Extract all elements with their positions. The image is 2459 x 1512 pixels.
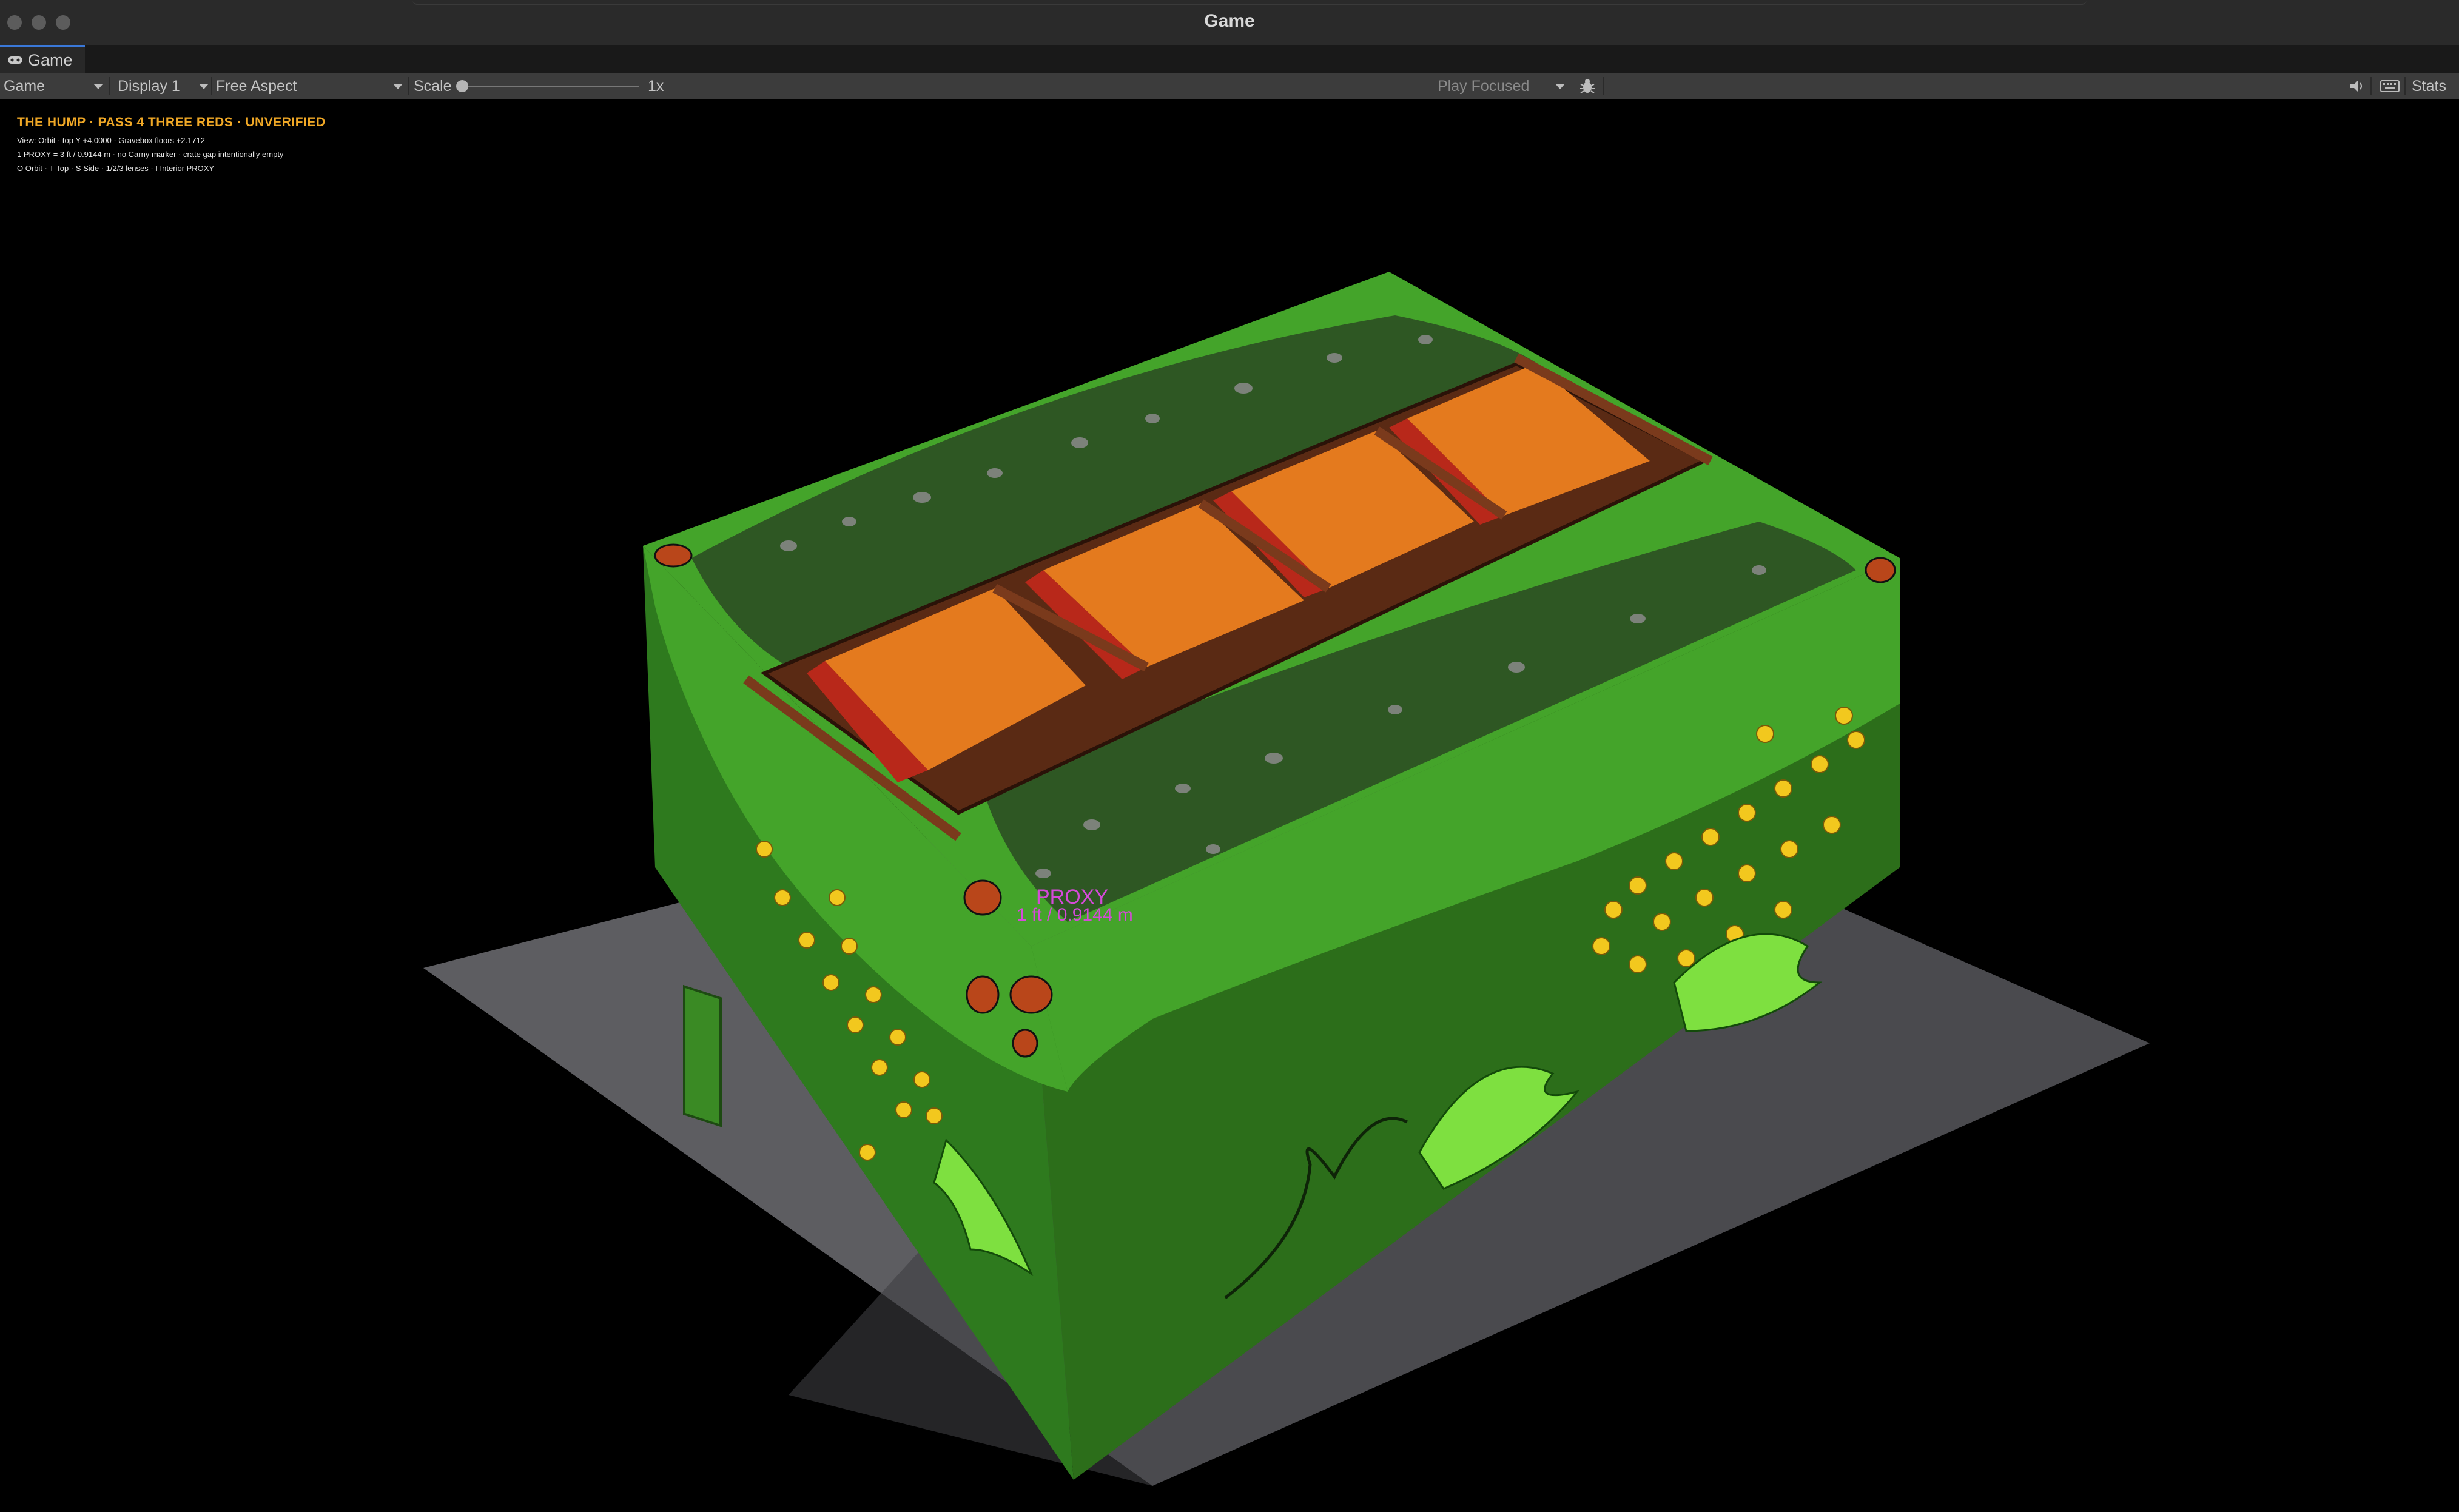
keyboard-icon[interactable] [2380, 73, 2400, 99]
hud-view-line: View: Orbit · top Y +4.0000 · Gravebox f… [17, 136, 206, 145]
toolbar-separator [2370, 77, 2372, 95]
scene-render [423, 272, 2150, 1486]
audio-mute-icon[interactable] [2349, 73, 2366, 99]
scale-value: 1x [648, 77, 664, 95]
toolbar-separator [1603, 77, 1604, 95]
tab-game[interactable]: Game [0, 45, 85, 73]
scale-slider-handle[interactable] [456, 80, 468, 92]
toolbar-separator [109, 77, 110, 95]
scale-slider-track[interactable] [462, 86, 639, 87]
window-titlebar: Game [0, 0, 2459, 46]
hud-proxy-line: 1 PROXY = 3 ft / 0.9144 m · no Carny mar… [17, 150, 284, 159]
aspect-dropdown[interactable]: Free Aspect [214, 73, 408, 99]
play-mode-dropdown[interactable]: Play Focused [1438, 73, 1570, 99]
stats-button[interactable]: Stats [2412, 73, 2446, 99]
game-view-toolbar: Game Display 1 Free Aspect Scale 1x Play… [0, 73, 2459, 99]
proxy-marker-measure: 1 ft / 0.9144 m [1017, 905, 1133, 925]
game-mode-label: Game [4, 77, 45, 95]
game-viewport[interactable]: PROXY 1 ft / 0.9144 m [0, 98, 2459, 1509]
hud-title: THE HUMP · PASS 4 THREE REDS · UNVERIFIE… [17, 115, 326, 129]
display-label: Display 1 [118, 77, 180, 95]
bug-icon[interactable] [1578, 73, 1596, 99]
hud-controls-line: O Orbit · T Top · S Side · 1/2/3 lenses … [17, 164, 215, 173]
play-mode-label: Play Focused [1438, 77, 1530, 95]
gamepad-icon [8, 56, 22, 64]
toolbar-separator [2404, 77, 2406, 95]
door [683, 984, 722, 1127]
toolbar-separator [211, 77, 212, 95]
display-dropdown[interactable]: Display 1 [113, 73, 214, 99]
tab-strip: Game [0, 45, 2459, 73]
game-mode-dropdown[interactable]: Game [0, 73, 108, 99]
scale-label: Scale [414, 77, 452, 95]
titlebar-edge [412, 0, 2087, 5]
window-title: Game [1204, 11, 1255, 31]
tab-game-label: Game [28, 50, 73, 69]
hud-overlay: THE HUMP · PASS 4 THREE REDS · UNVERIFIE… [17, 115, 326, 173]
toolbar-separator [408, 77, 409, 95]
aspect-label: Free Aspect [216, 77, 297, 95]
